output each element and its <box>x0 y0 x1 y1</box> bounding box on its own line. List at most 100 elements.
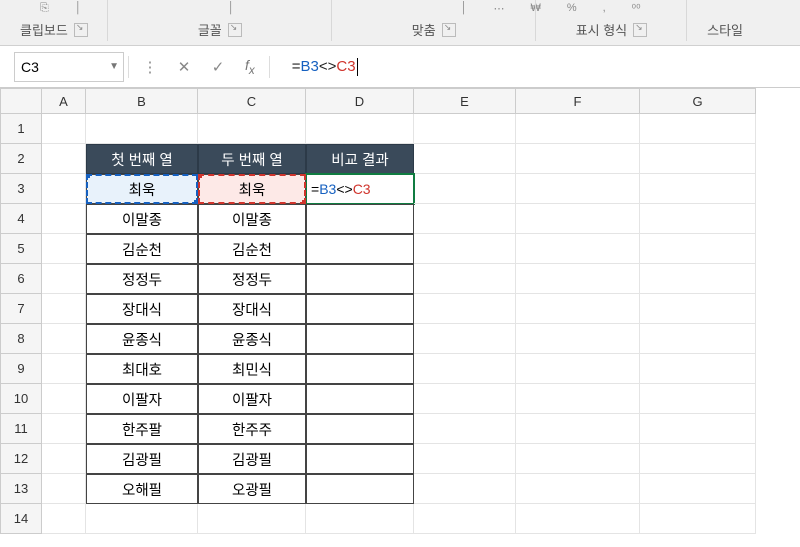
cell[interactable]: 김광필 <box>86 444 198 474</box>
cell[interactable] <box>306 294 414 324</box>
cell[interactable] <box>516 384 640 414</box>
cell[interactable]: 정정두 <box>198 264 306 294</box>
row-header[interactable]: 3 <box>0 174 42 204</box>
cell[interactable] <box>42 474 86 504</box>
cell[interactable] <box>306 354 414 384</box>
cell[interactable]: 김순천 <box>86 234 198 264</box>
cell[interactable] <box>516 264 640 294</box>
cell[interactable] <box>516 174 640 204</box>
cell[interactable] <box>306 444 414 474</box>
cell[interactable]: 김광필 <box>198 444 306 474</box>
select-all-corner[interactable] <box>0 88 42 114</box>
ribbon-group-number[interactable]: 표시 형식 <box>536 20 687 45</box>
cell[interactable]: 한주주 <box>198 414 306 444</box>
cell[interactable] <box>516 144 640 174</box>
cell[interactable] <box>516 294 640 324</box>
cell[interactable]: 이말종 <box>86 204 198 234</box>
table-header[interactable]: 첫 번째 열 <box>86 144 198 174</box>
cell[interactable] <box>306 324 414 354</box>
fx-icon[interactable]: fx <box>235 57 265 77</box>
cell[interactable] <box>414 204 516 234</box>
row-header[interactable]: 10 <box>0 384 42 414</box>
cell[interactable]: 윤종식 <box>86 324 198 354</box>
cell[interactable]: 최대호 <box>86 354 198 384</box>
row-header[interactable]: 7 <box>0 294 42 324</box>
table-header[interactable]: 두 번째 열 <box>198 144 306 174</box>
cell[interactable]: 김순천 <box>198 234 306 264</box>
ribbon-group-styles[interactable]: 스타일 <box>687 20 763 45</box>
cell[interactable]: 이팔자 <box>86 384 198 414</box>
cell[interactable] <box>414 444 516 474</box>
cell[interactable] <box>516 204 640 234</box>
row-header[interactable]: 8 <box>0 324 42 354</box>
row-header[interactable]: 4 <box>0 204 42 234</box>
cell[interactable] <box>306 204 414 234</box>
cell[interactable] <box>86 504 198 534</box>
cell[interactable] <box>640 474 756 504</box>
cell[interactable] <box>414 384 516 414</box>
cell[interactable] <box>42 444 86 474</box>
cells-grid[interactable]: 첫 번째 열 두 번째 열 비교 결과 최욱 최욱 =B3< >C3 이말종이말… <box>42 114 756 534</box>
row-header[interactable]: 13 <box>0 474 42 504</box>
cell[interactable] <box>516 324 640 354</box>
col-header[interactable]: G <box>640 88 756 114</box>
cell[interactable] <box>516 444 640 474</box>
cell[interactable] <box>306 264 414 294</box>
cell[interactable]: 이팔자 <box>198 384 306 414</box>
cell-d3-editing[interactable]: =B3< >C3 <box>306 174 414 204</box>
cell[interactable] <box>414 504 516 534</box>
col-header[interactable]: D <box>306 88 414 114</box>
cell[interactable] <box>306 384 414 414</box>
dialog-launcher-icon[interactable] <box>633 23 647 37</box>
cancel-button[interactable]: ✕ <box>167 58 201 76</box>
cell[interactable] <box>516 234 640 264</box>
formula-input[interactable]: =B3< >C3 <box>274 46 800 87</box>
cell[interactable] <box>516 114 640 144</box>
row-header[interactable]: 2 <box>0 144 42 174</box>
cell[interactable] <box>640 114 756 144</box>
cell[interactable] <box>414 264 516 294</box>
col-header[interactable]: A <box>42 88 86 114</box>
col-header[interactable]: F <box>516 88 640 114</box>
cell[interactable] <box>42 354 86 384</box>
cell[interactable] <box>640 504 756 534</box>
cell[interactable]: 오해필 <box>86 474 198 504</box>
cell[interactable] <box>414 174 516 204</box>
cell[interactable] <box>306 474 414 504</box>
dialog-launcher-icon[interactable] <box>442 23 456 37</box>
cell[interactable] <box>414 234 516 264</box>
ribbon-group-clipboard[interactable]: 클립보드 <box>0 20 108 45</box>
cell[interactable]: 윤종식 <box>198 324 306 354</box>
cell[interactable] <box>42 384 86 414</box>
cell[interactable] <box>640 174 756 204</box>
row-header[interactable]: 11 <box>0 414 42 444</box>
chevron-down-icon[interactable]: ▼ <box>109 61 119 72</box>
cell[interactable]: 장대식 <box>86 294 198 324</box>
cell[interactable]: 최민식 <box>198 354 306 384</box>
row-header[interactable]: 12 <box>0 444 42 474</box>
col-header[interactable]: B <box>86 88 198 114</box>
cell[interactable] <box>414 474 516 504</box>
cell[interactable] <box>516 354 640 384</box>
ribbon-group-alignment[interactable]: 맞춤 <box>332 20 536 45</box>
cell[interactable]: 장대식 <box>198 294 306 324</box>
cell[interactable] <box>640 414 756 444</box>
cell[interactable] <box>516 414 640 444</box>
cell[interactable] <box>414 114 516 144</box>
col-header[interactable]: C <box>198 88 306 114</box>
cell[interactable] <box>198 504 306 534</box>
cell[interactable] <box>42 144 86 174</box>
worksheet[interactable]: A B C D E F G 1 2 3 4 5 6 7 8 9 10 11 12… <box>0 88 800 547</box>
cell[interactable]: 한주팔 <box>86 414 198 444</box>
row-header[interactable]: 9 <box>0 354 42 384</box>
cell[interactable] <box>640 384 756 414</box>
cell[interactable] <box>640 234 756 264</box>
cell[interactable] <box>306 234 414 264</box>
col-header[interactable]: E <box>414 88 516 114</box>
cell[interactable]: 이말종 <box>198 204 306 234</box>
cell-b3-selected[interactable]: 최욱 <box>86 174 198 204</box>
cell[interactable] <box>414 414 516 444</box>
cell[interactable] <box>640 324 756 354</box>
cell[interactable] <box>640 264 756 294</box>
cell[interactable]: 오광필 <box>198 474 306 504</box>
